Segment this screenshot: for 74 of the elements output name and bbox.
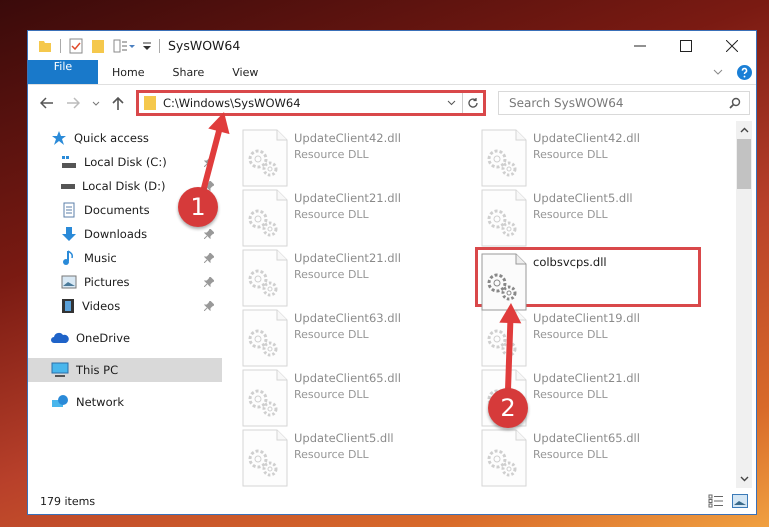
ribbon-tab[interactable]: File [28, 60, 98, 84]
address-field[interactable]: C:\Windows\SysWOW64 [136, 90, 486, 116]
settings-file-icon [481, 129, 527, 187]
search-field[interactable]: Search SysWOW64 [498, 91, 750, 115]
nav-item[interactable]: Music [28, 246, 222, 270]
folder-icon [143, 95, 157, 111]
file-type: Resource DLL [533, 208, 609, 221]
pin-icon[interactable] [204, 277, 214, 287]
item-count: 179 items [40, 494, 96, 508]
large-icons-view-icon[interactable] [732, 494, 748, 508]
settings-file-icon [481, 253, 527, 311]
nav-item[interactable]: Pictures [28, 270, 222, 294]
drive-icon [61, 184, 75, 188]
search-icon[interactable] [729, 97, 741, 109]
scrollbar[interactable] [736, 121, 752, 488]
picture-icon [61, 275, 77, 289]
settings-file-icon [481, 189, 527, 247]
nav-item[interactable]: Documents [28, 198, 154, 222]
nav-item[interactable]: Network [28, 390, 222, 414]
dropdown-caret-icon[interactable] [447, 100, 456, 106]
file-name[interactable]: colbsvcps.dll [533, 255, 607, 269]
pin-icon[interactable] [204, 253, 214, 263]
help-icon[interactable] [737, 64, 752, 80]
pin-icon[interactable] [204, 229, 214, 239]
settings-file-icon [242, 249, 288, 307]
settings-file-icon [242, 309, 288, 367]
file-type: Resource DLL [294, 208, 370, 221]
computer-icon [51, 362, 69, 378]
star-icon [51, 130, 67, 146]
settings-file-icon [242, 369, 288, 427]
settings-file-icon [242, 129, 288, 187]
back-arrow-icon[interactable] [40, 97, 54, 109]
expand-ribbon-icon[interactable] [713, 69, 723, 75]
ribbon-tab[interactable]: View [218, 60, 272, 84]
nav-item[interactable]: Local Disk (C:) [28, 150, 222, 174]
file-type: Resource DLL [294, 268, 370, 281]
file-type: Resource DLL [533, 328, 609, 341]
file-type: Resource DLL [533, 448, 609, 461]
maximize-icon[interactable] [680, 40, 692, 52]
download-arrow-icon [61, 226, 77, 242]
view-options-icon[interactable] [113, 38, 135, 52]
file-type: Resource DLL [294, 148, 370, 161]
close-icon[interactable] [726, 40, 738, 52]
cloud-icon [51, 331, 69, 345]
film-icon [61, 298, 75, 314]
file-type: Resource DLL [533, 388, 609, 401]
properties-icon[interactable] [69, 38, 83, 54]
nav-item[interactable]: This PC [28, 358, 222, 382]
nav-item[interactable]: OneDrive [28, 326, 222, 350]
file-type: Resource DLL [294, 328, 370, 341]
settings-file-icon [242, 189, 288, 247]
up-arrow-icon[interactable] [112, 96, 124, 110]
file-type: Resource DLL [294, 448, 370, 461]
settings-file-icon [242, 429, 288, 487]
settings-file-icon [481, 309, 527, 367]
pin-icon[interactable] [204, 181, 214, 191]
nav-item[interactable]: Videos [28, 294, 222, 318]
file-type: Resource DLL [533, 148, 609, 161]
nav-item[interactable]: Quick access [28, 126, 222, 150]
details-view-icon[interactable] [708, 494, 724, 508]
customize-toolbar-icon[interactable] [143, 40, 151, 50]
network-icon [51, 394, 69, 410]
document-icon [61, 202, 77, 218]
recent-locations-icon[interactable] [92, 100, 100, 106]
scrollbar-thumb[interactable] [737, 139, 751, 189]
settings-file-icon [481, 429, 527, 487]
ribbon-tab[interactable]: Home [98, 60, 158, 84]
ribbon-tab[interactable]: Share [158, 60, 218, 84]
pin-icon[interactable] [204, 301, 214, 311]
scroll-up-icon[interactable] [740, 127, 748, 133]
drive-icon [61, 155, 77, 169]
window-title: SysWOW64 [168, 38, 240, 53]
file-type: Resource DLL [294, 388, 370, 401]
scroll-down-icon[interactable] [740, 476, 748, 482]
